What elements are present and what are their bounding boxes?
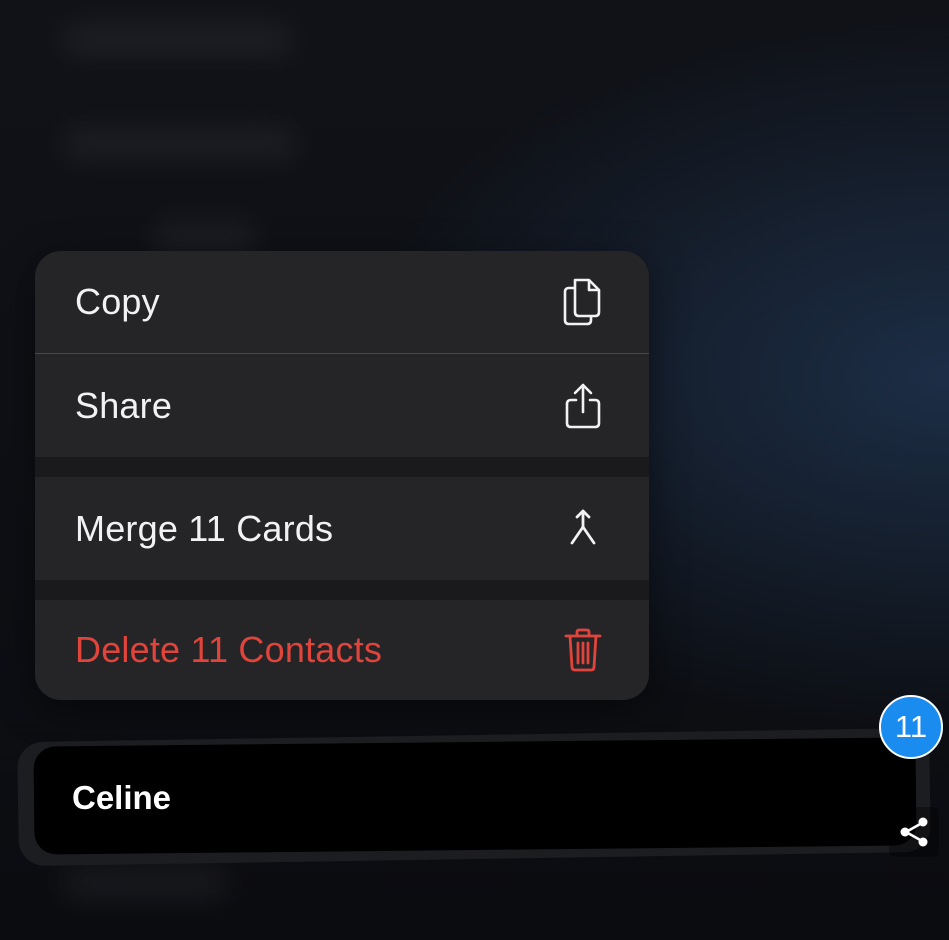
delete-label: Delete 11 Contacts bbox=[75, 629, 383, 670]
copy-icon bbox=[561, 278, 605, 326]
blurred-row bbox=[60, 22, 295, 58]
selection-count-badge: 11 bbox=[879, 695, 943, 759]
menu-section-separator bbox=[35, 580, 649, 600]
share-icon bbox=[561, 383, 605, 428]
copy-menu-item[interactable]: Copy bbox=[35, 251, 649, 353]
delete-menu-item[interactable]: Delete 11 Contacts bbox=[35, 600, 649, 700]
menu-section-separator bbox=[35, 457, 649, 477]
share-nodes-icon[interactable] bbox=[889, 807, 939, 857]
merge-menu-item[interactable]: Merge 11 Cards bbox=[35, 477, 649, 580]
blurred-row bbox=[60, 865, 230, 901]
contact-name: Celine bbox=[72, 779, 172, 816]
copy-label: Copy bbox=[75, 281, 160, 322]
blurred-row bbox=[60, 125, 300, 161]
context-menu: Copy Share Merge 11 Cards Delete 11 Cont… bbox=[35, 251, 649, 700]
merge-label: Merge 11 Cards bbox=[75, 507, 334, 549]
merge-icon bbox=[561, 507, 605, 551]
share-menu-item[interactable]: Share bbox=[35, 354, 649, 457]
share-label: Share bbox=[75, 384, 173, 426]
trash-icon bbox=[561, 628, 605, 672]
